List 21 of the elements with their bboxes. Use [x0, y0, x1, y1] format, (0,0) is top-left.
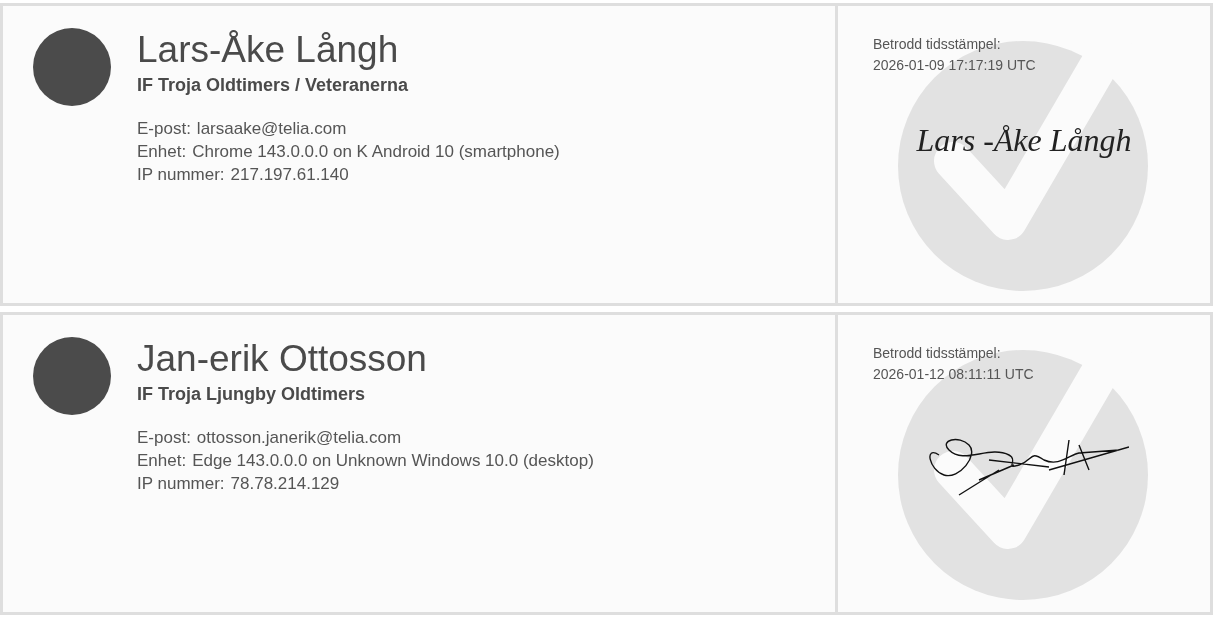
detail-label: E-post:: [137, 118, 191, 140]
detail-value: 78.78.214.129: [230, 473, 340, 495]
timestamp: 2026-01-12 08:11:11 UTC: [873, 365, 1034, 384]
timestamp-label: Betrodd tidsstämpel:: [873, 344, 1002, 363]
detail-label: IP nummer:: [137, 473, 225, 495]
organization: IF Troja Oldtimers / Veteranerna: [137, 74, 410, 97]
detail-label: Enhet:: [137, 450, 187, 472]
organization: IF Troja Ljungby Oldtimers: [137, 383, 367, 406]
detail-label: IP nummer:: [137, 164, 225, 186]
detail-value: Chrome 143.0.0.0 on K Android 10 (smartphone): [192, 141, 560, 163]
detail-value: larsaake@telia.com: [196, 118, 347, 140]
timestamp-label: Betrodd tidsstämpel:: [873, 35, 1002, 54]
timestamp: 2026-01-09 17:17:19 UTC: [873, 56, 1036, 75]
signature: Lars -Åke Långh: [916, 122, 1132, 158]
detail-value: Edge 143.0.0.0 on Unknown Windows 10.0 (desktop): [192, 450, 594, 472]
detail-value: ottosson.janerik@telia.com: [196, 427, 402, 449]
signer-name: Jan-erik Ottosson: [137, 337, 428, 381]
signer-name: Lars-Åke Långh: [137, 28, 400, 72]
detail-value: 217.197.61.140: [230, 164, 349, 186]
detail-label: Enhet:: [137, 141, 187, 163]
detail-label: E-post:: [137, 427, 191, 449]
